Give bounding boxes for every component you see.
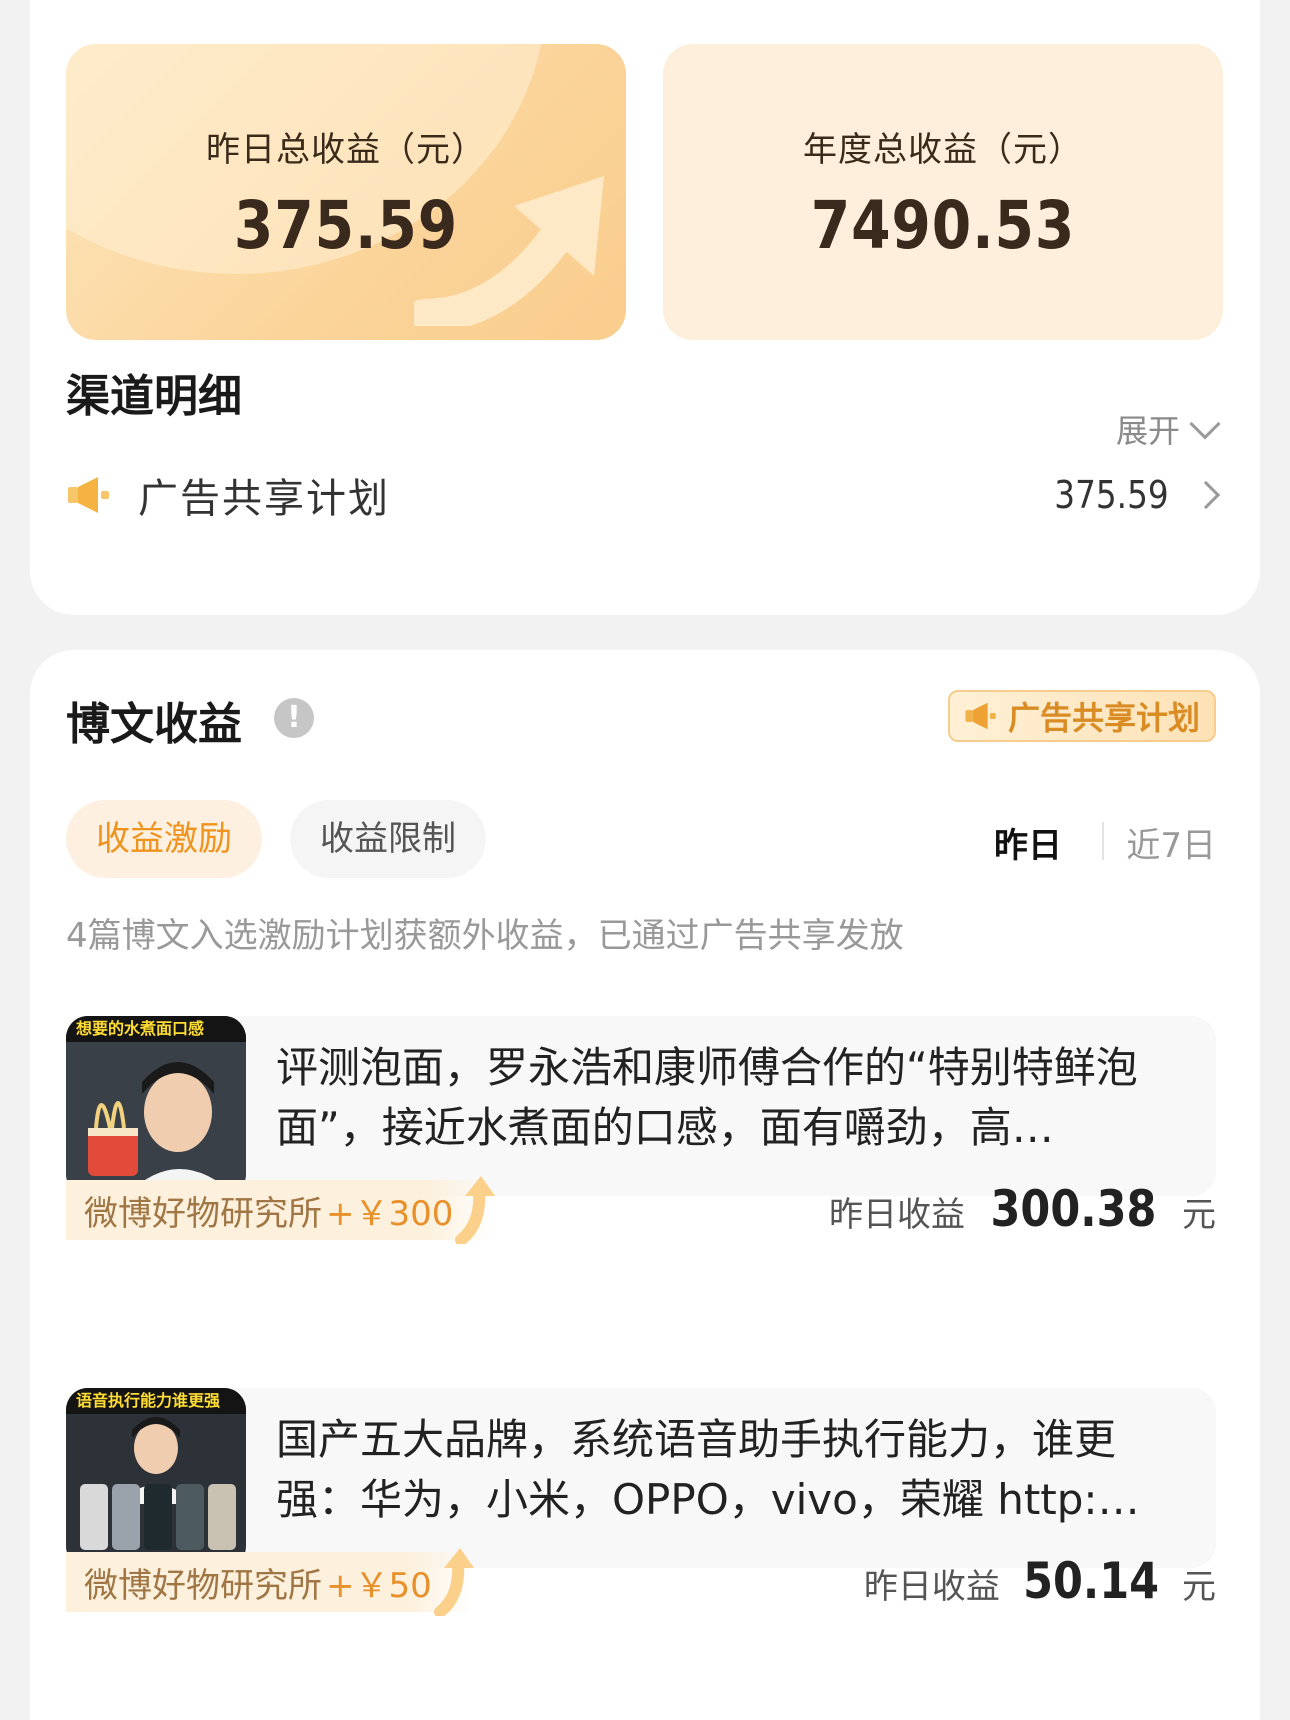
post-card[interactable]: 想要的水煮面口感 评测泡面，罗永浩和康师傅合作的“特别特鲜泡面”，接近水煮面的口… <box>66 1016 1216 1196</box>
post-thumbnail: 语音执行能力谁更强 <box>66 1388 246 1568</box>
yesterday-earnings-label: 昨日总收益（元） <box>206 130 486 170</box>
channel-row-amount: 375.59 <box>1054 473 1169 517</box>
channel-row-label: 广告共享计划 <box>138 476 390 522</box>
reward-source: 微博好物研究所 <box>84 1193 322 1234</box>
yesterday-earnings-unit: 元 <box>1182 1567 1216 1607</box>
blog-earnings-card: 博文收益 ! 广告共享计划 收益激励 收益限制 昨日 近7日 4篇博文入选激励计… <box>30 650 1260 1720</box>
arrow-up-icon <box>455 1176 496 1244</box>
post-thumbnail: 想要的水煮面口感 <box>66 1016 246 1196</box>
yesterday-earnings-label: 昨日收益 <box>829 1195 966 1235</box>
post-title: 评测泡面，罗永浩和康师傅合作的“特别特鲜泡面”，接近水煮面的口感，面有嚼劲，高… <box>276 1043 1138 1152</box>
annual-earnings-box[interactable]: 年度总收益（元） 7490.53 <box>663 44 1223 340</box>
yesterday-earnings-label: 昨日收益 <box>863 1567 1000 1607</box>
thumbnail-caption: 语音执行能力谁更强 <box>66 1388 246 1414</box>
post-card[interactable]: 语音执行能力谁更强 国产五大品牌，系统语音助手执行能力，谁更强：华为，小米，OP… <box>66 1388 1216 1568</box>
chevron-down-icon <box>1189 408 1221 440</box>
reward-amount: +￥300 <box>326 1193 454 1234</box>
period-divider <box>1102 822 1104 860</box>
period-last-7-days[interactable]: 近7日 <box>1126 818 1216 867</box>
person-with-phones-image <box>66 1414 246 1568</box>
tab-earnings-limit[interactable]: 收益限制 <box>290 800 486 878</box>
arrow-up-icon <box>433 1548 474 1616</box>
post-yesterday-earnings: 昨日收益 50.14 元 <box>864 1552 1216 1612</box>
reward-amount: +￥50 <box>326 1565 432 1606</box>
megaphone-icon <box>965 702 996 730</box>
chevron-right-icon <box>1191 480 1221 510</box>
annual-earnings-label: 年度总收益（元） <box>803 130 1083 170</box>
yesterday-earnings-value: 300.38 <box>990 1180 1157 1238</box>
post-title: 国产五大品牌，系统语音助手执行能力，谁更强：华为，小米，OPPO，vivo，荣耀… <box>276 1415 1140 1524</box>
yesterday-earnings-unit: 元 <box>1182 1195 1216 1235</box>
earnings-card: 昨日总收益（元） 375.59 年度总收益（元） 7490.53 渠道明细 展开… <box>30 0 1260 615</box>
channel-detail-title: 渠道明细 <box>66 371 242 422</box>
yesterday-earnings-box[interactable]: 昨日总收益（元） 375.59 <box>66 44 626 340</box>
thumbnail-caption: 想要的水煮面口感 <box>66 1016 246 1042</box>
person-with-noodles-image <box>66 1042 246 1196</box>
reward-tag: 微博好物研究所 +￥300 <box>66 1176 496 1244</box>
info-icon[interactable]: ! <box>274 698 314 738</box>
ad-share-badge-label: 广告共享计划 <box>1007 699 1200 737</box>
ad-share-badge[interactable]: 广告共享计划 <box>947 690 1216 742</box>
megaphone-icon <box>68 477 109 513</box>
annual-earnings-value: 7490.53 <box>810 187 1076 264</box>
tab-earnings-incentive[interactable]: 收益激励 <box>66 800 262 878</box>
incentive-note: 4篇博文入选激励计划获额外收益，已通过广告共享发放 <box>66 916 904 956</box>
period-yesterday[interactable]: 昨日 <box>994 818 1062 867</box>
yesterday-earnings-value: 375.59 <box>233 187 459 264</box>
reward-tag: 微博好物研究所 +￥50 <box>66 1548 474 1616</box>
reward-source: 微博好物研究所 <box>84 1565 322 1606</box>
expand-label: 展开 <box>1115 412 1180 450</box>
post-yesterday-earnings: 昨日收益 300.38 元 <box>829 1180 1216 1240</box>
yesterday-earnings-value: 50.14 <box>1022 1552 1159 1610</box>
channel-row-ad-share[interactable]: 广告共享计划 375.59 <box>66 460 1221 530</box>
blog-earnings-title: 博文收益 <box>66 699 242 750</box>
expand-button[interactable]: 展开 <box>1115 406 1221 452</box>
